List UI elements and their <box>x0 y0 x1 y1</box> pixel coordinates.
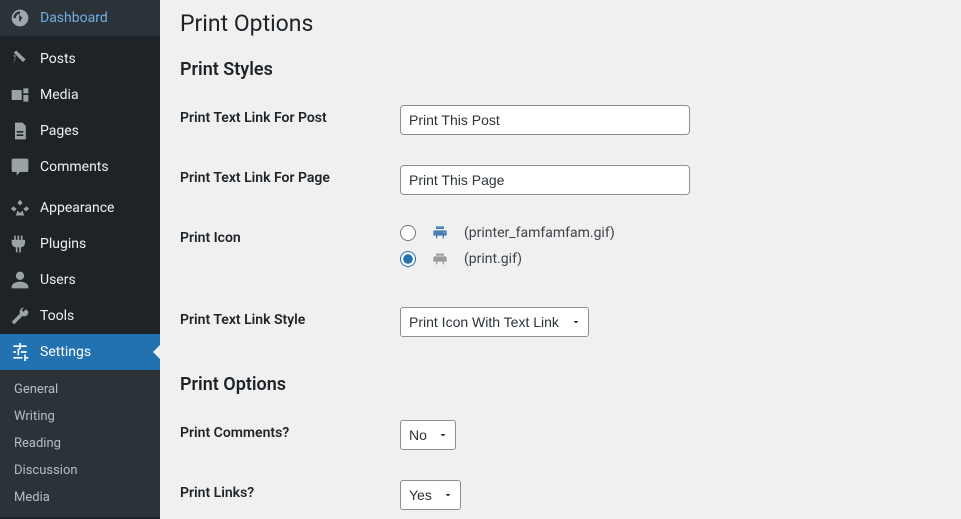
sidebar-item-label: Posts <box>40 51 76 67</box>
sidebar-item-label: Tools <box>40 308 74 324</box>
sidebar-item-users[interactable]: Users <box>0 262 160 298</box>
radio-print-icon-0[interactable] <box>400 225 416 241</box>
printer-icon <box>432 225 448 241</box>
label-text-link-page: Print Text Link For Page <box>180 150 400 210</box>
tools-icon <box>10 306 30 326</box>
section-print-options: Print Options <box>180 374 941 395</box>
comments-icon <box>10 157 30 177</box>
page-title: Print Options <box>180 10 941 37</box>
sidebar-item-pages[interactable]: Pages <box>0 113 160 149</box>
sidebar-item-label: Plugins <box>40 236 86 252</box>
sidebar-item-label: Comments <box>40 159 109 175</box>
label-print-comments: Print Comments? <box>180 405 400 465</box>
submenu-item-writing[interactable]: Writing <box>0 403 160 430</box>
form-table-styles: Print Text Link For Post Print Text Link… <box>180 90 941 352</box>
sidebar-item-comments[interactable]: Comments <box>0 149 160 185</box>
submenu-item-general[interactable]: General <box>0 376 160 403</box>
main-content: Print Options Print Styles Print Text Li… <box>160 0 961 519</box>
radio-label-icon-0: (printer_famfamfam.gif) <box>464 225 615 241</box>
label-print-icon: Print Icon <box>180 210 400 292</box>
sidebar-item-label: Dashboard <box>40 10 108 26</box>
settings-submenu: General Writing Reading Discussion Media <box>0 370 160 517</box>
admin-sidebar: Dashboard Posts Media Pages Comments App… <box>0 0 160 519</box>
appearance-icon <box>10 198 30 218</box>
sidebar-item-appearance[interactable]: Appearance <box>0 190 160 226</box>
radio-row-icon-1: (print.gif) <box>400 251 931 267</box>
select-print-comments[interactable]: No <box>400 420 456 450</box>
form-table-options: Print Comments? No Print Links? Yes <box>180 405 941 519</box>
sidebar-item-label: Media <box>40 87 79 103</box>
pages-icon <box>10 121 30 141</box>
input-text-link-post[interactable] <box>400 105 690 135</box>
submenu-item-reading[interactable]: Reading <box>0 430 160 457</box>
sidebar-item-plugins[interactable]: Plugins <box>0 226 160 262</box>
sidebar-item-tools[interactable]: Tools <box>0 298 160 334</box>
label-link-style: Print Text Link Style <box>180 292 400 352</box>
submenu-item-discussion[interactable]: Discussion <box>0 457 160 484</box>
posts-icon <box>10 49 30 69</box>
sidebar-item-label: Appearance <box>40 200 114 216</box>
users-icon <box>10 270 30 290</box>
select-link-style[interactable]: Print Icon With Text Link <box>400 307 589 337</box>
submenu-item-media[interactable]: Media <box>0 484 160 511</box>
plugins-icon <box>10 234 30 254</box>
sidebar-item-media[interactable]: Media <box>0 77 160 113</box>
sidebar-item-label: Pages <box>40 123 79 139</box>
label-print-links: Print Links? <box>180 465 400 519</box>
dashboard-icon <box>10 8 30 28</box>
settings-icon <box>10 342 30 362</box>
radio-row-icon-0: (printer_famfamfam.gif) <box>400 225 931 241</box>
sidebar-item-settings[interactable]: Settings <box>0 334 160 370</box>
media-icon <box>10 85 30 105</box>
sidebar-item-posts[interactable]: Posts <box>0 41 160 77</box>
printer-icon <box>432 251 448 267</box>
input-text-link-page[interactable] <box>400 165 690 195</box>
section-print-styles: Print Styles <box>180 59 941 80</box>
radio-label-icon-1: (print.gif) <box>464 251 522 267</box>
sidebar-item-label: Settings <box>40 344 91 360</box>
sidebar-item-label: Users <box>40 272 76 288</box>
sidebar-item-dashboard[interactable]: Dashboard <box>0 0 160 36</box>
label-text-link-post: Print Text Link For Post <box>180 90 400 150</box>
radio-print-icon-1[interactable] <box>400 251 416 267</box>
select-print-links[interactable]: Yes <box>400 480 461 510</box>
